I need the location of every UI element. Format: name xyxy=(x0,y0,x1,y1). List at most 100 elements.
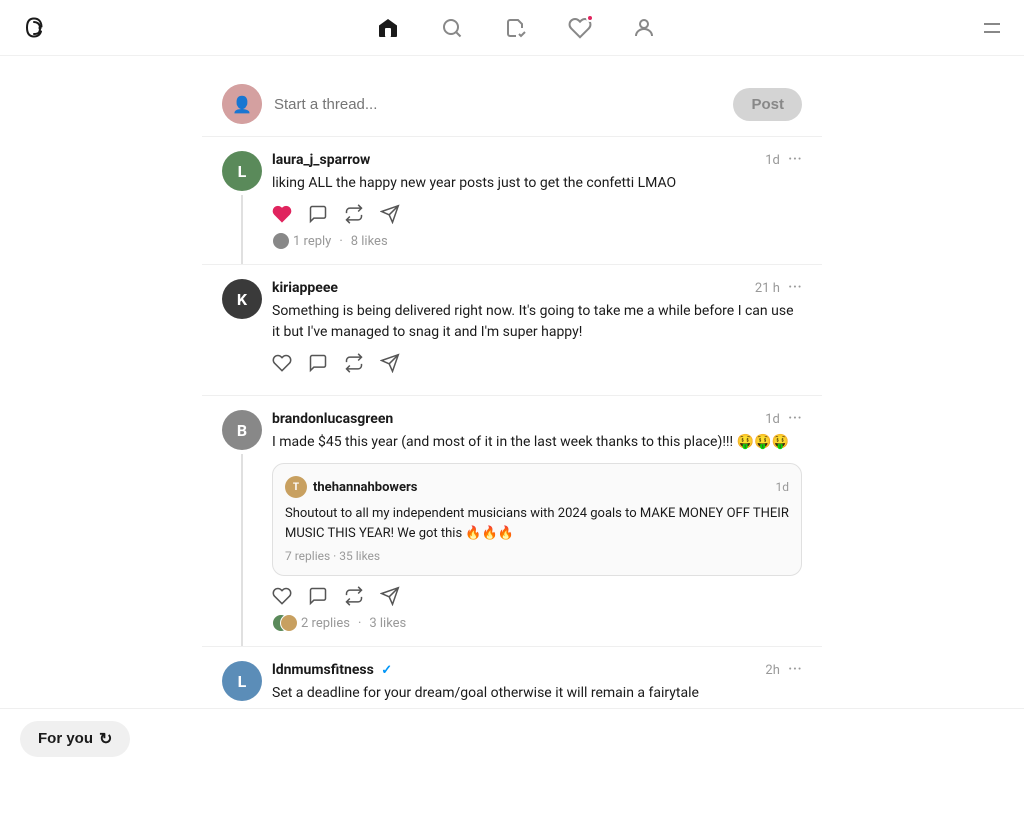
quoted-time: 1d xyxy=(775,480,789,494)
bottom-bar: For you ↻ xyxy=(0,708,1024,768)
share-button[interactable] xyxy=(380,353,400,373)
post-time-more: 1d ··· xyxy=(765,410,802,428)
like-button[interactable] xyxy=(272,586,292,606)
threads-logo[interactable] xyxy=(20,12,52,44)
repost-button[interactable] xyxy=(344,353,364,373)
post-content: I made $45 this year (and most of it in … xyxy=(272,432,802,453)
quoted-username[interactable]: thehannahbowers xyxy=(313,480,417,495)
post-username[interactable]: brandonlucasgreen xyxy=(272,411,393,427)
notification-dot xyxy=(586,14,594,22)
post-avatar-wrap: B xyxy=(222,410,262,450)
share-button[interactable] xyxy=(380,586,400,606)
post-button[interactable]: Post xyxy=(733,88,802,121)
home-icon[interactable] xyxy=(376,16,400,40)
quoted-post: T thehannahbowers 1d Shoutout to all my … xyxy=(272,463,802,576)
compose-icon[interactable] xyxy=(504,16,528,40)
profile-icon[interactable] xyxy=(632,16,656,40)
thread-post: K kiriappeee 21 h ··· Something is being… xyxy=(202,265,822,396)
comment-button[interactable] xyxy=(308,586,328,606)
replies-count: 1 reply xyxy=(293,234,331,249)
quoted-user: T thehannahbowers xyxy=(285,476,417,498)
quoted-replies: 7 replies xyxy=(285,549,330,563)
thread-post: L laura_j_sparrow 1d ··· liking ALL the … xyxy=(202,137,822,265)
replies-count: 2 replies xyxy=(301,616,350,631)
footer-avatars xyxy=(272,232,285,250)
post-header: L ldnmumsfitness ✓ 2h ··· Set a deadline… xyxy=(222,661,802,708)
post-header: K kiriappeee 21 h ··· Something is being… xyxy=(222,279,802,381)
compose-input[interactable] xyxy=(274,96,721,113)
like-button[interactable] xyxy=(272,353,292,373)
post-username[interactable]: kiriappeee xyxy=(272,280,338,296)
more-button[interactable]: ··· xyxy=(788,151,802,169)
thread-post: B brandonlucasgreen 1d ··· I made $45 th… xyxy=(202,396,822,647)
post-time-more: 1d ··· xyxy=(765,151,802,169)
post-meta: brandonlucasgreen 1d ··· xyxy=(272,410,802,428)
post-meta: laura_j_sparrow 1d ··· xyxy=(272,151,802,169)
search-icon[interactable] xyxy=(440,16,464,40)
repost-button[interactable] xyxy=(344,204,364,224)
quoted-stats: 7 replies · 35 likes xyxy=(285,549,789,563)
avatar: L xyxy=(222,151,262,191)
post-time-more: 2h ··· xyxy=(765,661,802,679)
comment-button[interactable] xyxy=(308,353,328,373)
for-you-label: For you xyxy=(38,730,93,747)
repost-button[interactable] xyxy=(344,586,364,606)
post-actions xyxy=(272,586,802,606)
post-content: Something is being delivered right now. … xyxy=(272,301,802,343)
share-button[interactable] xyxy=(380,204,400,224)
post-avatar-wrap: L xyxy=(222,661,262,701)
post-footer: 1 reply · 8 likes xyxy=(272,232,802,250)
quoted-avatar: T xyxy=(285,476,307,498)
post-content: liking ALL the happy new year posts just… xyxy=(272,173,802,194)
post-content: Set a deadline for your dream/goal other… xyxy=(272,683,802,704)
post-actions xyxy=(272,353,802,373)
post-body: brandonlucasgreen 1d ··· I made $45 this… xyxy=(272,410,802,632)
post-avatar-wrap: L xyxy=(222,151,262,191)
main-feed: 👤 Post L laura_j_sparrow 1d ··· li xyxy=(202,56,822,708)
like-button[interactable] xyxy=(272,204,292,224)
nav-icons xyxy=(376,16,656,40)
post-time: 21 h xyxy=(755,281,780,296)
footer-avatar xyxy=(272,232,290,250)
post-body: kiriappeee 21 h ··· Something is being d… xyxy=(272,279,802,381)
post-footer: 2 replies · 3 likes xyxy=(272,614,802,632)
likes-count: 3 likes xyxy=(369,616,406,631)
post-time: 2h xyxy=(765,663,779,678)
post-body: laura_j_sparrow 1d ··· liking ALL the ha… xyxy=(272,151,802,250)
post-username[interactable]: ldnmumsfitness ✓ xyxy=(272,662,392,678)
more-button[interactable]: ··· xyxy=(788,279,802,297)
post-actions xyxy=(272,204,802,224)
dot-separator: · xyxy=(339,234,342,249)
nav-menu[interactable] xyxy=(980,16,1004,40)
post-time: 1d xyxy=(765,153,780,168)
thread-line xyxy=(241,454,243,646)
quoted-likes: 35 likes xyxy=(339,549,380,563)
post-header: L laura_j_sparrow 1d ··· liking ALL the … xyxy=(222,151,802,250)
post-avatar-wrap: K xyxy=(222,279,262,319)
more-button[interactable]: ··· xyxy=(788,410,802,428)
menu-icon[interactable] xyxy=(980,16,1004,40)
post-meta: kiriappeee 21 h ··· xyxy=(272,279,802,297)
compose-avatar: 👤 xyxy=(222,84,262,124)
dot-separator: · xyxy=(358,616,361,631)
likes-count: 8 likes xyxy=(351,234,388,249)
quoted-header: T thehannahbowers 1d xyxy=(285,476,789,498)
avatar: L xyxy=(222,661,262,701)
compose-box: 👤 Post xyxy=(202,72,822,137)
comment-button[interactable] xyxy=(308,204,328,224)
post-time-more: 21 h ··· xyxy=(755,279,802,297)
quoted-content: Shoutout to all my independent musicians… xyxy=(285,504,789,543)
for-you-button[interactable]: For you ↻ xyxy=(20,721,130,757)
post-time: 1d xyxy=(765,412,780,427)
post-body: ldnmumsfitness ✓ 2h ··· Set a deadline f… xyxy=(272,661,802,708)
post-username[interactable]: laura_j_sparrow xyxy=(272,152,370,168)
footer-avatar xyxy=(280,614,298,632)
refresh-icon: ↻ xyxy=(99,729,112,749)
avatar: B xyxy=(222,410,262,450)
post-meta: ldnmumsfitness ✓ 2h ··· xyxy=(272,661,802,679)
activity-icon[interactable] xyxy=(568,16,592,40)
thread-line xyxy=(241,195,243,264)
avatar: K xyxy=(222,279,262,319)
more-button[interactable]: ··· xyxy=(788,661,802,679)
verified-badge: ✓ xyxy=(381,663,392,678)
